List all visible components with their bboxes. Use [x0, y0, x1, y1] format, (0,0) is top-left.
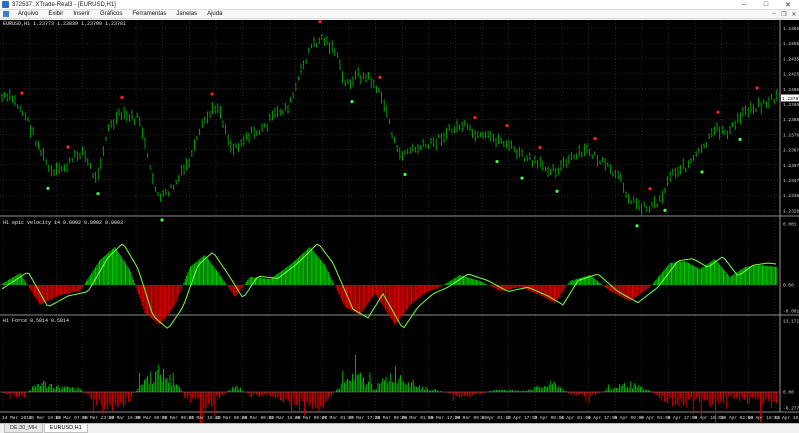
- force-tick-label: -6.2772: [783, 406, 799, 412]
- menu-view[interactable]: Exibir: [43, 11, 68, 17]
- menu-insert[interactable]: Inserir: [68, 11, 95, 17]
- signal-dot-red: [20, 91, 24, 95]
- main-pane-label: EURUSD,H1 1.23773 1.23839 1.23709 1.2378…: [3, 21, 127, 27]
- chart-window[interactable]: 1.24650 1.24555 1.24355 1.24255 1.24060 1.239…: [0, 20, 799, 432]
- close-button[interactable]: ✕: [777, 0, 799, 10]
- signal-dot-red: [538, 145, 542, 150]
- signal-dot-red: [66, 145, 70, 149]
- mdi-restore-button[interactable]: ❐: [779, 11, 789, 18]
- price-tick-label: 1.23965: [783, 102, 799, 108]
- price-tick-label: 1.23765: [783, 132, 799, 138]
- menu-bar: Arquivo Exibir Inserir Gráficos Ferramen…: [0, 10, 799, 19]
- signal-dot-red: [318, 20, 322, 24]
- signal-dot-red: [120, 95, 124, 100]
- signal-dot-green: [663, 208, 667, 212]
- chart-window-icon[interactable]: [3, 11, 9, 17]
- signal-dot-red: [593, 136, 597, 141]
- time-tick-label: 5 Apr 09:00: [614, 415, 644, 421]
- price-tick-label: 1.23575: [783, 163, 799, 169]
- signal-dot-green: [495, 159, 499, 164]
- signal-dot-red: [716, 110, 720, 114]
- title-bar: 372537: XTrade-Real3 - [EURUSD,H1] – □ ✕: [0, 0, 799, 10]
- menu-charts[interactable]: Gráficos: [95, 11, 127, 17]
- time-tick-label: 9 Apr 10:00: [694, 415, 724, 421]
- signal-dot-green: [738, 137, 742, 141]
- signal-dot-green: [96, 192, 100, 196]
- signal-dot-green: [350, 100, 354, 104]
- price-tick-label: 1.23380: [783, 193, 799, 199]
- tab-eurusd-h1[interactable]: EURUSD,H1: [43, 424, 88, 433]
- chart-tab-bar: DE.30_MH EURUSD,H1: [0, 423, 799, 433]
- velocity-tick-label: 0.001: [783, 222, 797, 228]
- signal-dot-green: [160, 218, 164, 222]
- time-tick-label: 4 Apr 01:00: [561, 415, 591, 421]
- force-tick-label: 0.00: [783, 390, 794, 396]
- current-price-label: 1.23781: [782, 96, 799, 102]
- price-tick-label: 1.23475: [783, 178, 799, 184]
- force-tick-label: 13.1725: [783, 319, 799, 325]
- time-tick-label: 3 Apr 09:00: [534, 415, 564, 421]
- signal-dot-red: [648, 187, 652, 191]
- price-tick-label: 1.24060: [783, 87, 799, 93]
- price-tick-label: 1.23670: [783, 148, 799, 154]
- menu-window[interactable]: Janelas: [171, 11, 202, 17]
- velocity-tick-label: 0.00: [783, 283, 794, 289]
- price-tick-label: 1.24555: [783, 41, 799, 47]
- force-pane-label: H1 Force 0.5814 0.5814: [3, 318, 70, 324]
- signal-dot-red: [755, 86, 759, 90]
- velocity-pane-label: H1 epic velocity 14 0.0002 0.0002 0.0003: [3, 220, 124, 226]
- time-tick-label: 6 Apr 01:00: [641, 415, 671, 421]
- mdi-minimize-button[interactable]: –: [769, 11, 779, 17]
- price-tick-label: 1.24355: [783, 56, 799, 62]
- price-tick-label: 1.24255: [783, 72, 799, 78]
- signal-dot-red: [505, 124, 509, 128]
- price-tick-label: 1.24650: [783, 26, 799, 32]
- window-title: 372537: XTrade-Real3 - [EURUSD,H1]: [12, 1, 116, 8]
- minimize-button[interactable]: –: [733, 0, 755, 10]
- mdi-close-button[interactable]: ✕: [789, 11, 799, 18]
- signal-dot-green: [403, 172, 407, 177]
- signal-dot-green: [520, 176, 524, 180]
- signal-dot-red: [473, 115, 477, 120]
- time-tick-label: 4 Apr 17:00: [588, 415, 618, 421]
- time-tick-label: 2 Apr 01:00: [481, 415, 511, 421]
- menu-help[interactable]: Ajuda: [202, 11, 227, 17]
- time-tick-label: 14 Mar 2018: [2, 415, 32, 421]
- velocity-tick-label: -0.0011: [783, 309, 799, 315]
- time-tick-label: 11 Apr 10:00: [774, 415, 799, 421]
- signal-dot-green: [46, 186, 50, 191]
- maximize-button[interactable]: □: [755, 0, 777, 10]
- price-tick-label: 1.23280: [783, 208, 799, 214]
- price-tick-label: 1.23865: [783, 117, 799, 123]
- signal-dot-green: [635, 224, 639, 228]
- tab-de30[interactable]: DE.30_MH: [4, 424, 43, 433]
- time-tick-label: 6 Apr 17:00: [668, 415, 698, 421]
- signal-dot-green: [700, 170, 704, 174]
- signal-dot-red: [210, 92, 214, 96]
- menu-tools[interactable]: Ferramentas: [127, 11, 171, 17]
- menu-file[interactable]: Arquivo: [13, 11, 43, 17]
- time-tick-label: 2 Apr 17:00: [508, 415, 538, 421]
- signal-dot-red: [378, 75, 382, 79]
- signal-dot-green: [555, 189, 559, 193]
- app-icon: [2, 1, 9, 8]
